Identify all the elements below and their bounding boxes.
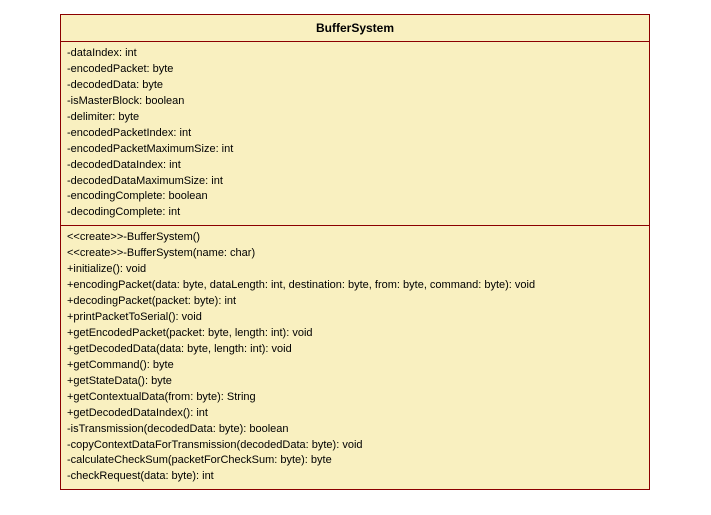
operation-row: +printPacketToSerial(): void xyxy=(67,310,643,326)
attribute-row: -encodingComplete: boolean xyxy=(67,189,643,205)
operation-row: -copyContextDataForTransmission(decodedD… xyxy=(67,438,643,454)
uml-class-box: BufferSystem -dataIndex: int-encodedPack… xyxy=(60,14,650,490)
operation-row: <<create>>-BufferSystem() xyxy=(67,230,643,246)
attribute-row: -encodedPacketIndex: int xyxy=(67,126,643,142)
operation-row: -calculateCheckSum(packetForCheckSum: by… xyxy=(67,453,643,469)
operation-row: +getEncodedPacket(packet: byte, length: … xyxy=(67,326,643,342)
attribute-row: -encodedPacketMaximumSize: int xyxy=(67,142,643,158)
operation-row: +getStateData(): byte xyxy=(67,374,643,390)
attribute-row: -encodedPacket: byte xyxy=(67,62,643,78)
operations-compartment: <<create>>-BufferSystem()<<create>>-Buff… xyxy=(61,226,649,489)
attribute-row: -decodedDataIndex: int xyxy=(67,158,643,174)
attribute-row: -isMasterBlock: boolean xyxy=(67,94,643,110)
operation-row: +getDecodedDataIndex(): int xyxy=(67,406,643,422)
operation-row: +decodingPacket(packet: byte): int xyxy=(67,294,643,310)
operation-row: <<create>>-BufferSystem(name: char) xyxy=(67,246,643,262)
operation-row: +getCommand(): byte xyxy=(67,358,643,374)
attribute-row: -delimiter: byte xyxy=(67,110,643,126)
operation-row: +getDecodedData(data: byte, length: int)… xyxy=(67,342,643,358)
attribute-row: -decodingComplete: int xyxy=(67,205,643,221)
attribute-row: -decodedDataMaximumSize: int xyxy=(67,174,643,190)
operation-row: +getContextualData(from: byte): String xyxy=(67,390,643,406)
operation-row: +initialize(): void xyxy=(67,262,643,278)
class-name: BufferSystem xyxy=(61,15,649,42)
operation-row: -checkRequest(data: byte): int xyxy=(67,469,643,485)
attribute-row: -decodedData: byte xyxy=(67,78,643,94)
operation-row: -isTransmission(decodedData: byte): bool… xyxy=(67,422,643,438)
operation-row: +encodingPacket(data: byte, dataLength: … xyxy=(67,278,643,294)
attribute-row: -dataIndex: int xyxy=(67,46,643,62)
attributes-compartment: -dataIndex: int-encodedPacket: byte-deco… xyxy=(61,42,649,226)
